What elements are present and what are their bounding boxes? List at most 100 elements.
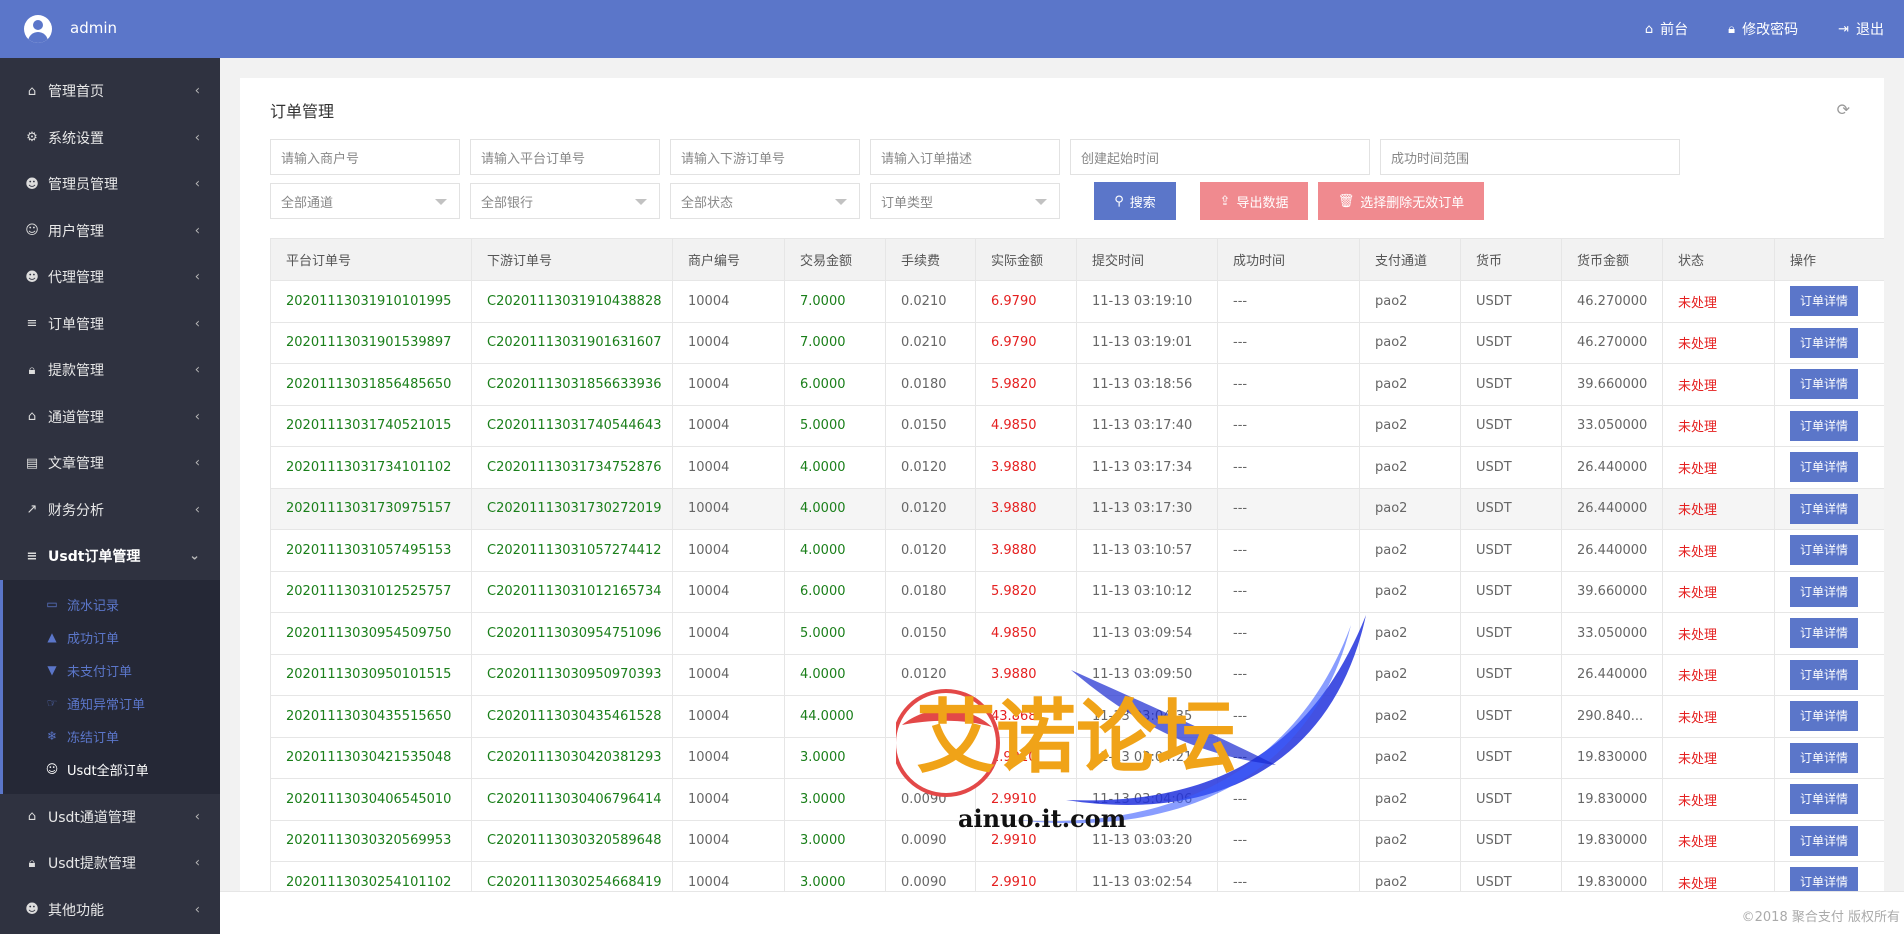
order-detail-button[interactable]: 订单详情 [1790,493,1859,524]
table-row[interactable]: 20201113031901539897 C2020111303190163160… [270,321,1884,364]
chevron-left-icon: ‹ [194,316,200,332]
table-cell: 4.0000 [784,653,886,696]
order-detail-button[interactable]: 订单详情 [1790,618,1859,649]
table-row[interactable]: 20201113031730975157 C2020111303173027201… [270,487,1884,530]
sidebar-item-label: 系统设置 [48,130,104,147]
downstream-order-input[interactable]: 请输入下游订单号 [670,139,860,175]
table-cell: 未处理 [1662,570,1775,613]
table-cell-actions: 订单详情 [1774,446,1884,489]
table-row[interactable]: 20201113030406545010 C2020111303040679641… [270,778,1884,821]
sidebar-item-dashboard[interactable]: ⌂ 管理首页 ‹ [0,68,220,115]
channel-select[interactable]: 全部通道 [270,183,460,219]
order-desc-input[interactable]: 请输入订单描述 [870,139,1060,175]
table-cell: USDT [1460,653,1562,696]
table-row[interactable]: 20201113031740521015 C2020111303174054464… [270,404,1884,447]
column-header: 货币金额 [1561,238,1663,281]
table-cell: 未处理 [1662,280,1775,323]
submenu-item-all[interactable]: ☺ Usdt全部订单 [3,753,220,786]
sidebar-item-settings[interactable]: ⚙ 系统设置 ‹ [0,115,220,162]
sidebar-item-users[interactable]: ☺ 用户管理 ‹ [0,208,220,255]
table-cell: 未处理 [1662,612,1775,655]
table-cell: 26.440000 [1561,446,1663,489]
platform-order-input[interactable]: 请输入平台订单号 [470,139,660,175]
caret-down-icon [635,199,647,205]
sidebar-item-usdt-channels[interactable]: ⌂ Usdt通道管理 ‹ [0,794,220,841]
merchant-input[interactable]: 请输入商户号 [270,139,460,175]
table-row[interactable]: 20201113030954509750 C2020111303095475109… [270,612,1884,655]
table-row[interactable]: 20201113030435515650 C2020111303043546152… [270,695,1884,738]
order-detail-button[interactable]: 订单详情 [1790,742,1859,773]
username[interactable]: admin [70,19,117,37]
sidebar-item-finance[interactable]: ↗ 财务分析 ‹ [0,487,220,534]
order-detail-button[interactable]: 订单详情 [1790,327,1859,358]
search-button-label: 搜索 [1129,195,1156,211]
export-button[interactable]: ⇪ 导出数据 [1200,182,1308,220]
table-cell: 11-13 03:17:40 [1076,404,1218,447]
submenu-item-frozen[interactable]: ❄ 冻结订单 [3,720,220,753]
table-cell: 20201113030954509750 [270,612,472,655]
table-cell: 0.132 [885,695,976,738]
table-cell: 0.0090 [885,861,976,892]
sidebar-item-orders[interactable]: ≡ 订单管理 ‹ [0,301,220,348]
sidebar-item-usdt-orders[interactable]: ≡ Usdt订单管理 ⌄ [0,533,220,580]
chevron-left-icon: ‹ [194,130,200,146]
sidebar-item-withdrawals[interactable]: 🔒︎ 提款管理 ‹ [0,347,220,394]
table-cell: 3.0000 [784,778,886,821]
submenu-item-unpaid[interactable]: ▼ 未支付订单 [3,654,220,687]
table-row[interactable]: 20201113030254101102 C2020111303025466841… [270,861,1884,892]
order-detail-button[interactable]: 订单详情 [1790,286,1859,317]
table-row[interactable]: 20201113031856485650 C2020111303185663393… [270,363,1884,406]
table-cell: 4.0000 [784,446,886,489]
table-cell: 20201113031901539897 [270,321,472,364]
order-detail-button[interactable]: 订单详情 [1790,867,1859,892]
table-row[interactable]: 20201113030421535048 C2020111303042038129… [270,736,1884,779]
order-detail-button[interactable]: 订单详情 [1790,452,1859,483]
sidebar-item-admins[interactable]: ☻ 管理员管理 ‹ [0,161,220,208]
table-row[interactable]: 20201113031012525757 C2020111303101216573… [270,570,1884,613]
delete-invalid-button[interactable]: 🗑︎ 选择删除无效订单 [1318,182,1484,220]
status-select[interactable]: 全部状态 [670,183,860,219]
column-header: 货币 [1460,238,1562,281]
submenu-item-notify-error[interactable]: ☞ 通知异常订单 [3,687,220,720]
table-row[interactable]: 20201113031734101102 C2020111303173475287… [270,446,1884,489]
bank-select[interactable]: 全部银行 [470,183,660,219]
order-detail-button[interactable]: 订单详情 [1790,410,1859,441]
order-detail-button[interactable]: 订单详情 [1790,701,1859,732]
order-detail-button[interactable]: 订单详情 [1790,369,1859,400]
export-icon: ⇪ [1219,193,1231,209]
order-type-select[interactable]: 订单类型 [870,183,1060,219]
table-row[interactable]: 20201113031057495153 C2020111303105727441… [270,529,1884,572]
table-cell: 11-13 03:03:20 [1076,819,1218,862]
nav-frontend[interactable]: ⌂ 前台 [1645,19,1688,39]
submenu-item-success[interactable]: ▲ 成功订单 [3,621,220,654]
order-detail-button[interactable]: 订单详情 [1790,825,1859,856]
table-row[interactable]: 20201113031910101995 C2020111303191043882… [270,280,1884,323]
avatar[interactable] [24,15,52,43]
submenu-item-ledger[interactable]: ▭ 流水记录 [3,588,220,621]
nav-logout[interactable]: ⇥ 退出 [1838,19,1884,39]
nav-change-password[interactable]: 🔒︎ 修改密码 [1728,19,1798,39]
smile-icon: ☺ [45,762,59,776]
create-time-input[interactable]: 创建起始时间 [1070,139,1370,175]
sidebar-item-articles[interactable]: ▤ 文章管理 ‹ [0,440,220,487]
sidebar-item-usdt-withdrawals[interactable]: 🔒︎ Usdt提款管理 ‹ [0,840,220,887]
lock-icon: 🔒︎ [1728,21,1736,37]
table-cell: C20201113030254668419 [471,861,673,892]
sidebar-item-other[interactable]: ☻ 其他功能 ‹ [0,887,220,934]
table-cell: USDT [1460,570,1562,613]
order-detail-button[interactable]: 订单详情 [1790,535,1859,566]
table-cell: C20201113031910438828 [471,280,673,323]
order-detail-button[interactable]: 订单详情 [1790,659,1859,690]
sidebar-item-agents[interactable]: ☻ 代理管理 ‹ [0,254,220,301]
sidebar-item-channels[interactable]: ⌂ 通道管理 ‹ [0,394,220,441]
order-detail-button[interactable]: 订单详情 [1790,576,1859,607]
table-row[interactable]: 20201113030320569953 C2020111303032058964… [270,819,1884,862]
order-detail-button[interactable]: 订单详情 [1790,784,1859,815]
search-button[interactable]: ⚲ 搜索 [1094,182,1176,220]
table-cell: 43.868 [975,695,1077,738]
success-time-input[interactable]: 成功时间范围 [1380,139,1680,175]
refresh-icon[interactable]: ⟳ [1837,100,1850,119]
table-cell: 20201113030254101102 [270,861,472,892]
table-row[interactable]: 20201113030950101515 C2020111303095097039… [270,653,1884,696]
nav-frontend-label: 前台 [1660,22,1689,38]
